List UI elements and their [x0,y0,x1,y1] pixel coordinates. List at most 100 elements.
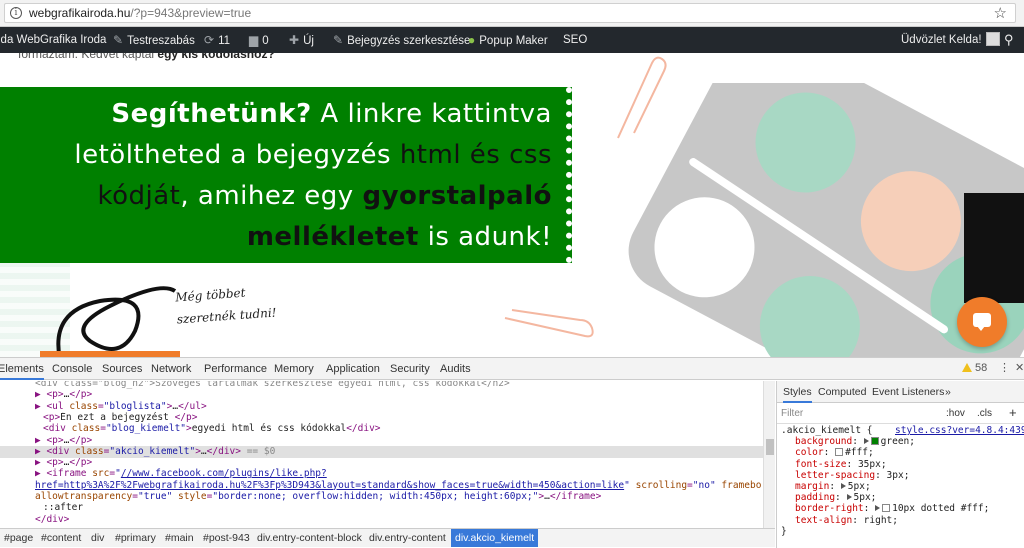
tab-application[interactable]: Application [326,358,380,380]
akcio-kiemelt-banner[interactable]: Segíthetünk? A linkre kattintva letölthe… [0,87,572,263]
dom-node-selected[interactable]: ▶ <div class="akcio_kiemelt">…</div> == … [0,445,763,458]
property-value[interactable]: 3px [887,470,904,481]
breadcrumb-item[interactable]: div.entry-content [365,529,450,547]
property-name[interactable]: text-align [795,515,852,526]
dom-node[interactable]: href=http%3A%2F%2Fwebgrafikairoda.hu%2F%… [0,480,763,492]
elements-tree[interactable]: <div class="blog_h2">Szöveges tartalmak … [0,381,775,528]
admin-site-name[interactable]: lda WebGrafika Iroda [0,27,106,53]
color-swatch[interactable] [835,448,844,457]
breadcrumb-item[interactable]: #primary [111,529,160,547]
css-property[interactable]: background: green; [781,436,1024,447]
tab-event-listeners[interactable]: Event Listeners [872,381,944,403]
property-value[interactable]: 5px [848,481,865,492]
color-swatch[interactable] [870,437,879,446]
elements-scrollbar[interactable] [763,381,775,528]
admin-updates[interactable]: ⟳ 11 [204,27,230,53]
menu-dots-icon[interactable]: ⋮ [999,361,1010,374]
code-token: "bloglista" [103,400,167,412]
property-name[interactable]: padding [795,492,835,503]
admin-customize[interactable]: ✎ Testreszabás [113,27,195,53]
css-rule[interactable]: .akcio_kiemelt { style.css?ver=4.8.4:439… [781,425,1024,537]
property-name[interactable]: letter-spacing [795,470,875,481]
code-token: "blog_kiemelt" [105,423,187,435]
admin-comments[interactable]: ▆ 0 [249,27,269,53]
dom-node[interactable]: ::after [0,502,763,514]
admin-edit-post[interactable]: ✎ Bejegyzés szerkesztése [333,27,470,53]
property-name[interactable]: margin [795,481,829,492]
breadcrumb-item[interactable]: #post-943 [199,529,254,547]
code-token: ▶ <ul [35,400,70,412]
property-value[interactable]: 10px dotted #fff [892,503,984,514]
tab-performance[interactable]: Performance [204,358,267,380]
property-value[interactable]: right [864,515,893,526]
dom-node[interactable]: ▶ <p>…</p> [0,389,763,401]
property-value[interactable]: 5px [854,492,871,503]
dom-node[interactable]: <div class="blog_kiemelt">egyedi html és… [0,423,763,435]
tab-memory[interactable]: Memory [274,358,314,380]
cls-toggle[interactable]: .cls [977,408,992,419]
property-value[interactable]: 35px [858,459,881,470]
admin-popup-maker[interactable]: ● Popup Maker [468,27,548,53]
close-icon[interactable]: ✕ [1015,361,1024,374]
breadcrumb-item[interactable]: div.akcio_kiemelt [451,529,539,547]
promo-text-3: is adunk! [418,222,552,252]
css-property[interactable]: border-right: 10px dotted #fff; [781,503,1024,514]
breadcrumb-item[interactable]: div.entry-content-block [253,529,366,547]
styles-filter-input[interactable]: Filter [781,408,803,419]
tab-audits[interactable]: Audits [440,358,471,380]
css-property[interactable]: margin: 5px; [781,481,1024,492]
rule-source-link[interactable]: style.css?ver=4.8.4:4390 [895,425,1024,436]
property-value[interactable]: #fff [845,447,868,458]
css-property[interactable]: letter-spacing: 3px; [781,470,1024,481]
hov-toggle[interactable]: :hov [946,408,965,419]
breadcrumb-item[interactable]: #content [37,529,85,547]
code-token: </div> [35,513,70,525]
tab-console[interactable]: Console [52,358,92,380]
property-name[interactable]: font-size [795,459,846,470]
property-name[interactable]: background [795,436,852,447]
tab-computed[interactable]: Computed [818,381,866,403]
dom-node[interactable]: </div> [0,514,763,526]
tab-elements[interactable]: Elements [0,358,44,380]
scroll-thumb[interactable] [766,439,774,455]
color-swatch[interactable] [882,504,891,513]
star-icon[interactable]: ☆ [994,4,1007,22]
info-icon[interactable]: i [10,7,22,19]
property-name[interactable]: color [795,447,824,458]
warning-count: 58 [975,362,988,374]
tab-network[interactable]: Network [151,358,191,380]
expand-arrow-icon[interactable] [863,438,869,445]
breadcrumb-item[interactable]: #main [161,529,198,547]
css-property[interactable]: color: #fff; [781,447,1024,458]
admin-account[interactable]: Üdvözlet Kelda! [901,27,1000,53]
tab-styles[interactable]: Styles [783,381,812,403]
search-icon[interactable]: ⚲ [1004,27,1014,53]
new-rule-button[interactable]: + [1009,405,1017,420]
expand-arrow-icon[interactable] [875,505,881,512]
property-value[interactable]: green [881,436,910,447]
tab-security[interactable]: Security [390,358,430,380]
expand-arrow-icon[interactable] [840,483,846,490]
breadcrumb-item[interactable]: div [87,529,108,547]
admin-seo[interactable]: SEO [563,27,587,53]
dom-node[interactable]: <p>Én ezt a bejegyzést </p> [0,412,763,424]
dom-node[interactable]: ▶ <p>…</p> [0,457,763,469]
tab-more[interactable]: » [945,381,951,403]
tab-sources[interactable]: Sources [102,358,142,380]
dom-node[interactable]: allowtransparency="true" style="border:n… [0,491,763,503]
warning-counter[interactable]: 58 [962,362,987,374]
url-field[interactable]: i webgrafikairoda.hu/?p=943&preview=true… [4,3,1016,23]
admin-new[interactable]: ✚ Új [289,27,314,53]
property-name[interactable]: border-right [795,503,864,514]
chat-button[interactable] [957,297,1007,347]
url-text[interactable]: webgrafikairoda.hu/?p=943&preview=true [29,6,251,20]
breadcrumb-item[interactable]: #page [0,529,37,547]
expand-arrow-icon[interactable] [846,494,852,501]
css-property[interactable]: padding: 5px; [781,492,1024,503]
css-property[interactable]: font-size: 35px; [781,459,1024,470]
dom-node[interactable]: ▶ <ul class="bloglista">…</ul> [0,401,763,413]
dom-node[interactable]: ▶ <p>…</p> [0,435,763,447]
more-info-note[interactable]: Még többet szeretnék tudni! [175,280,278,331]
css-property[interactable]: text-align: right; [781,515,1024,526]
dom-node[interactable]: ▶ <iframe src="//www.facebook.com/plugin… [0,468,763,480]
